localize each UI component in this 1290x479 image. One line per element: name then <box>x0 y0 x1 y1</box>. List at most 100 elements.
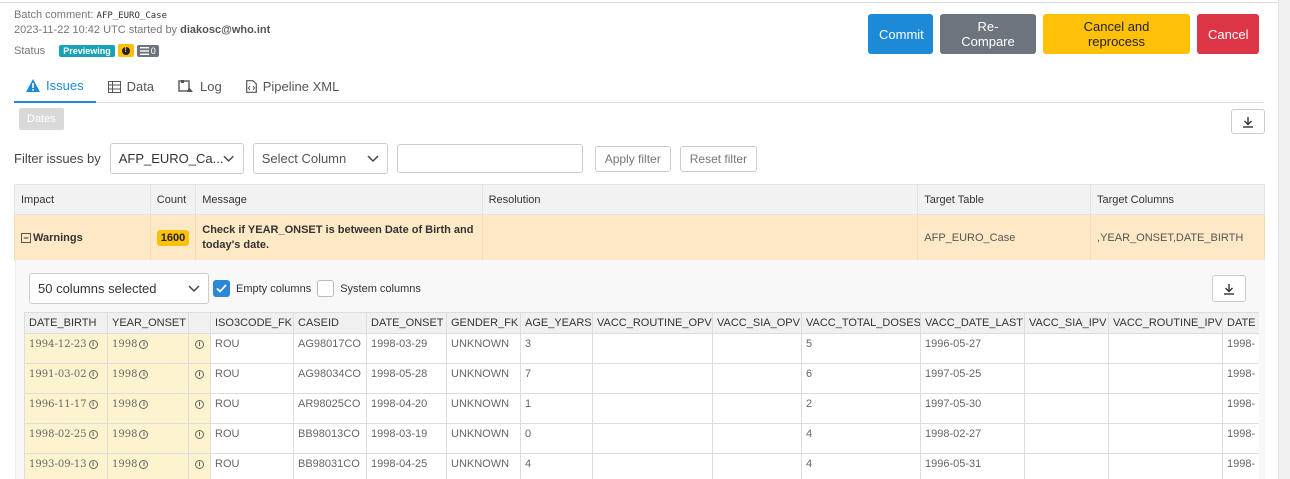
grid-cell[interactable]: 1998- <box>1222 453 1259 479</box>
grid-cell[interactable]: UNKNOWN <box>446 423 521 454</box>
grid-cell[interactable]: 1991-03-02 i <box>24 363 108 394</box>
grid-cell[interactable]: UNKNOWN <box>446 363 521 394</box>
grid-cell[interactable]: BB98013CO <box>293 423 367 454</box>
tab-issues[interactable]: Issues <box>14 70 96 103</box>
grid-header-date[interactable]: DATE <box>1222 312 1259 334</box>
table-select[interactable]: AFP_EURO_Ca... <box>109 143 244 174</box>
table-row[interactable]: 1996-11-17 i 1998 i i ROU AR98025CO 1998-04-20 U… <box>24 393 1259 424</box>
grid-cell[interactable]: 1996-05-31 <box>920 453 1025 479</box>
grid-cell[interactable]: AG98034CO <box>293 363 367 394</box>
grid-cell[interactable] <box>712 333 802 364</box>
grid-cell[interactable]: 1998- <box>1222 333 1259 364</box>
info-icon[interactable]: i <box>88 400 98 409</box>
info-icon[interactable]: i <box>195 400 204 409</box>
grid-cell[interactable]: i <box>188 453 211 479</box>
empty-columns-checkbox[interactable] <box>213 280 230 297</box>
grid-header-date-onset[interactable]: DATE_ONSET <box>366 312 447 334</box>
tab-log[interactable]: Log <box>166 70 234 103</box>
grid-cell[interactable]: UNKNOWN <box>446 453 521 479</box>
apply-filter-button[interactable]: Apply filter <box>594 145 671 172</box>
grid-cell[interactable]: i <box>188 423 211 454</box>
table-row[interactable]: 1994-12-23 i 1998 i i ROU AG98017CO 1998-03-29 U… <box>24 333 1259 364</box>
tab-data[interactable]: Data <box>96 70 166 103</box>
grid-cell[interactable]: 1996-11-17 i <box>24 393 108 424</box>
grid-cell[interactable]: 1993-09-13 i <box>24 453 108 479</box>
grid-cell[interactable]: ROU <box>210 333 294 364</box>
grid-cell[interactable] <box>1024 453 1109 479</box>
grid-cell[interactable] <box>592 363 713 394</box>
grid-cell[interactable]: ROU <box>210 393 294 424</box>
page-scrollbar[interactable] <box>1278 0 1290 479</box>
reset-filter-button[interactable]: Reset filter <box>679 145 758 172</box>
grid-header-age-years[interactable]: AGE_YEARS <box>520 312 593 334</box>
grid-cell[interactable]: 5 <box>801 333 921 364</box>
grid-cell[interactable]: 1 <box>520 393 593 424</box>
grid-cell[interactable] <box>712 423 802 454</box>
grid-cell[interactable]: 1998-03-29 <box>366 333 447 364</box>
grid-cell[interactable]: 1996-05-27 <box>920 333 1025 364</box>
cancel-button[interactable]: Cancel <box>1197 14 1259 54</box>
grid-cell[interactable]: 1998 i <box>107 363 189 394</box>
grid-cell[interactable] <box>1108 333 1223 364</box>
grid-cell[interactable] <box>592 393 713 424</box>
grid-cell[interactable] <box>592 333 713 364</box>
grid-cell[interactable]: 1998-03-19 <box>366 423 447 454</box>
grid-header-vacc-sia-opv[interactable]: VACC_SIA_OPV <box>712 312 802 334</box>
cancel-reprocess-button[interactable]: Cancel and reprocess <box>1043 14 1190 54</box>
grid-header-iso3code[interactable]: ISO3CODE_FK <box>210 312 294 334</box>
grid-cell[interactable]: 1998- <box>1222 393 1259 424</box>
grid-cell[interactable] <box>1108 423 1223 454</box>
grid-header-date-birth[interactable]: DATE_BIRTH <box>24 312 108 334</box>
grid-cell[interactable]: 4 <box>801 423 921 454</box>
grid-cell[interactable]: 1998-02-27 <box>920 423 1025 454</box>
grid-cell[interactable]: 7 <box>520 363 593 394</box>
info-icon[interactable]: i <box>88 340 98 349</box>
grid-cell[interactable]: AR98025CO <box>293 393 367 424</box>
grid-cell[interactable] <box>1108 363 1223 394</box>
info-icon[interactable]: i <box>88 460 98 469</box>
info-icon[interactable]: i <box>195 430 204 439</box>
impact-cell[interactable]: − Warnings <box>14 214 151 261</box>
columns-select[interactable]: 50 columns selected <box>29 273 209 304</box>
grid-header-vacc-total-doses[interactable]: VACC_TOTAL_DOSES <box>801 312 921 334</box>
grid-cell[interactable]: 1998- <box>1222 423 1259 454</box>
grid-cell[interactable]: 1998 i <box>107 333 189 364</box>
recompare-button[interactable]: Re-Compare <box>940 14 1036 54</box>
info-icon[interactable]: i <box>88 430 98 439</box>
info-icon[interactable]: i <box>139 370 149 379</box>
grid-cell[interactable] <box>712 453 802 479</box>
grid-cell[interactable]: 1998-04-25 <box>366 453 447 479</box>
grid-cell[interactable] <box>712 363 802 394</box>
grid-cell[interactable]: 1998-02-25 i <box>24 423 108 454</box>
grid-cell[interactable]: ROU <box>210 453 294 479</box>
grid-header-caseid[interactable]: CASEID <box>293 312 367 334</box>
column-select[interactable]: Select Column <box>252 143 388 174</box>
grid-cell[interactable]: UNKNOWN <box>446 333 521 364</box>
issue-row[interactable]: − Warnings 1600 Check if YEAR_ONSET is be… <box>14 214 1265 261</box>
system-columns-checkbox[interactable] <box>317 280 335 297</box>
grid-cell[interactable]: 4 <box>520 453 593 479</box>
grid-cell[interactable]: 0 <box>520 423 593 454</box>
dates-button[interactable]: Dates <box>19 108 64 130</box>
info-icon[interactable]: i <box>139 400 149 409</box>
info-icon[interactable]: i <box>195 340 204 349</box>
download-button[interactable] <box>1231 109 1265 134</box>
collapse-icon[interactable]: − <box>21 232 31 243</box>
grid-cell[interactable]: i <box>188 333 211 364</box>
info-icon[interactable]: i <box>195 460 204 469</box>
table-row[interactable]: 1991-03-02 i 1998 i i ROU AG98034CO 1998-05-28 U… <box>24 363 1259 394</box>
grid-cell[interactable] <box>592 453 713 479</box>
grid-header-vacc-routine-opv[interactable]: VACC_ROUTINE_OPV <box>592 312 713 334</box>
table-row[interactable]: 1993-09-13 i 1998 i i ROU BB98031CO 1998-04-25 U… <box>24 453 1259 479</box>
info-icon[interactable]: i <box>139 340 149 349</box>
grid-cell[interactable] <box>1024 423 1109 454</box>
grid-cell[interactable]: 6 <box>801 363 921 394</box>
grid-cell[interactable]: i <box>188 363 211 394</box>
grid-cell[interactable] <box>1024 393 1109 424</box>
grid-header-year-onset[interactable]: YEAR_ONSET <box>107 312 189 334</box>
grid-cell[interactable] <box>712 393 802 424</box>
grid-cell[interactable]: 1998-04-20 <box>366 393 447 424</box>
grid-header-vacc-sia-ipv[interactable]: VACC_SIA_IPV <box>1024 312 1109 334</box>
grid-cell[interactable]: i <box>188 393 211 424</box>
tab-pipeline-xml[interactable]: Pipeline XML <box>234 70 352 103</box>
